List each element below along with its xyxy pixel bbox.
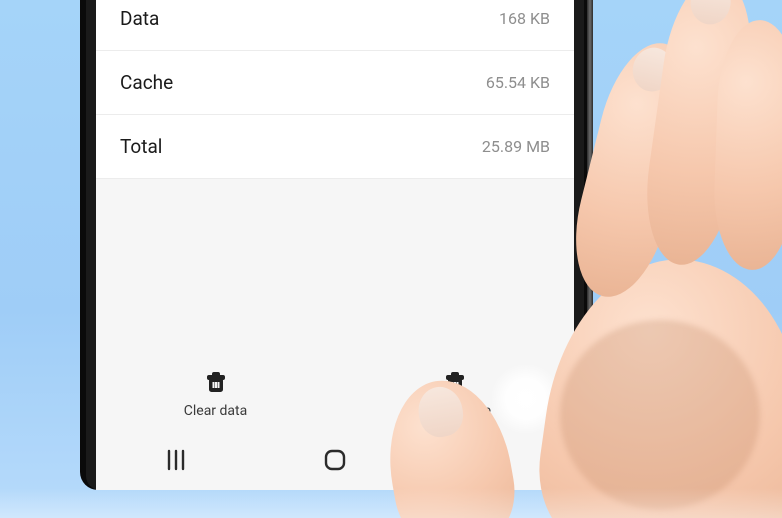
storage-row-label: Total [120,135,162,158]
clear-cache-label: Clear cache [418,403,491,419]
phone-edge [587,0,593,490]
fingernail [628,43,677,95]
storage-row-data[interactable]: Data 168 KB [96,0,574,51]
touch-feedback [491,364,561,434]
back-icon [481,447,507,477]
scene: Data 168 KB Cache 65.54 KB Total 25.89 M… [0,0,782,518]
android-nav-bar [96,434,574,490]
storage-row-label: Cache [120,71,173,94]
trash-icon [443,371,467,397]
nav-home-button[interactable] [290,442,380,482]
storage-row-total[interactable]: Total 25.89 MB [96,115,574,179]
list-spacer [96,179,574,279]
storage-row-cache[interactable]: Cache 65.54 KB [96,51,574,115]
nav-recents-button[interactable] [131,442,221,482]
storage-row-value: 65.54 KB [486,73,550,92]
home-icon [322,447,348,477]
phone-inner: Data 168 KB Cache 65.54 KB Total 25.89 M… [86,0,584,490]
ground-highlight [0,488,782,518]
storage-row-value: 168 KB [499,9,550,28]
nav-back-button[interactable] [449,442,539,482]
hand-ring-finger [712,19,782,272]
clear-data-button[interactable]: Clear data [96,356,335,434]
phone-screen: Data 168 KB Cache 65.54 KB Total 25.89 M… [96,0,574,490]
fingernail [688,0,734,27]
storage-row-value: 25.89 MB [482,137,550,156]
phone-frame: Data 168 KB Cache 65.54 KB Total 25.89 M… [80,0,590,490]
storage-row-label: Data [120,7,159,30]
hand-middle-finger [636,0,762,271]
clear-data-label: Clear data [184,403,247,419]
recents-icon [163,447,189,477]
trash-icon [204,371,228,397]
storage-list: Data 168 KB Cache 65.54 KB Total 25.89 M… [96,0,574,179]
